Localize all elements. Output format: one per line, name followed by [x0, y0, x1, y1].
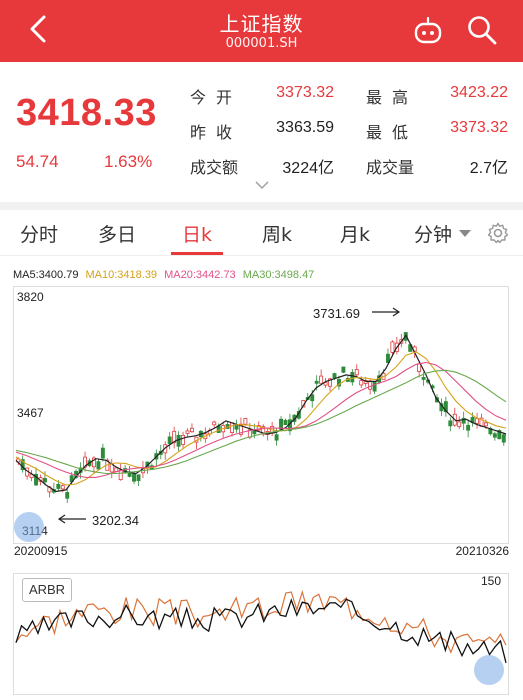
indicator-selector-button[interactable]: ARBR — [22, 578, 72, 602]
indicator-scroll-handle-right[interactable] — [474, 655, 504, 685]
y-axis-top-label: 3820 — [17, 290, 44, 304]
low-value: 3373.32 — [450, 119, 508, 136]
ma10-value: MA10:3418.39 — [85, 269, 158, 281]
y-axis-mid-label: 3467 — [17, 406, 44, 420]
start-date-label: 20200915 — [14, 544, 68, 558]
tab-weekly-k[interactable]: 周k — [262, 220, 292, 247]
quote-panel: 3418.33 54.74 1.63% 今开 3373.32 最高 3423.2… — [0, 62, 523, 202]
indicator-chart-area[interactable] — [13, 573, 509, 695]
tab-intraday[interactable]: 分时 — [20, 220, 58, 247]
ma5-value: MA5:3400.79 — [13, 269, 79, 281]
end-date-label: 20210326 — [455, 544, 509, 558]
chart-period-tabs: 分时 多日 日k 周k 月k 分钟 — [0, 210, 523, 256]
section-divider — [0, 202, 523, 210]
prev-close-value: 3363.59 — [276, 119, 334, 136]
tab-multi-day[interactable]: 多日 — [98, 220, 136, 247]
high-value: 3423.22 — [450, 84, 508, 101]
dropdown-caret-icon[interactable] — [458, 228, 472, 238]
search-icon[interactable] — [466, 14, 498, 46]
page-title: 上证指数 — [219, 12, 304, 36]
turnover-label: 成交额 — [190, 158, 239, 177]
low-label: 最低 — [366, 123, 419, 142]
gear-icon[interactable] — [486, 221, 510, 245]
tab-daily-k[interactable]: 日k — [182, 220, 212, 247]
kline-chart-area[interactable] — [13, 286, 509, 544]
price-change: 54.74 — [16, 152, 59, 171]
ma30-value: MA30:3498.47 — [242, 269, 315, 281]
last-price: 3418.33 — [16, 92, 157, 134]
high-price-annotation: 3731.69 — [313, 306, 360, 321]
app-header: 上证指数 000001.SH — [0, 0, 523, 62]
active-tab-indicator — [171, 252, 223, 255]
turnover-value: 3224亿 — [282, 160, 334, 177]
high-label: 最高 — [366, 88, 419, 107]
volume-value: 2.7亿 — [469, 160, 508, 177]
indicator-max-label: 150 — [480, 574, 501, 588]
tab-minute[interactable]: 分钟 — [414, 220, 452, 247]
price-change-percent: 1.63% — [104, 152, 153, 171]
chart-scroll-handle-left[interactable] — [14, 512, 44, 542]
moving-average-legend: MA5:3400.79 MA10:3418.39 MA20:3442.73 MA… — [13, 269, 318, 281]
open-value: 3373.32 — [276, 84, 334, 101]
volume-label: 成交量 — [366, 158, 415, 177]
stock-code: 000001.SH — [225, 36, 298, 51]
open-label: 今开 — [190, 88, 243, 107]
low-price-annotation: 3202.34 — [92, 513, 139, 528]
robot-assistant-icon[interactable] — [412, 15, 444, 47]
chevron-down-icon[interactable] — [254, 180, 270, 190]
ma20-value: MA20:3442.73 — [164, 269, 236, 281]
tab-monthly-k[interactable]: 月k — [340, 220, 370, 247]
prev-close-label: 昨收 — [190, 123, 243, 142]
